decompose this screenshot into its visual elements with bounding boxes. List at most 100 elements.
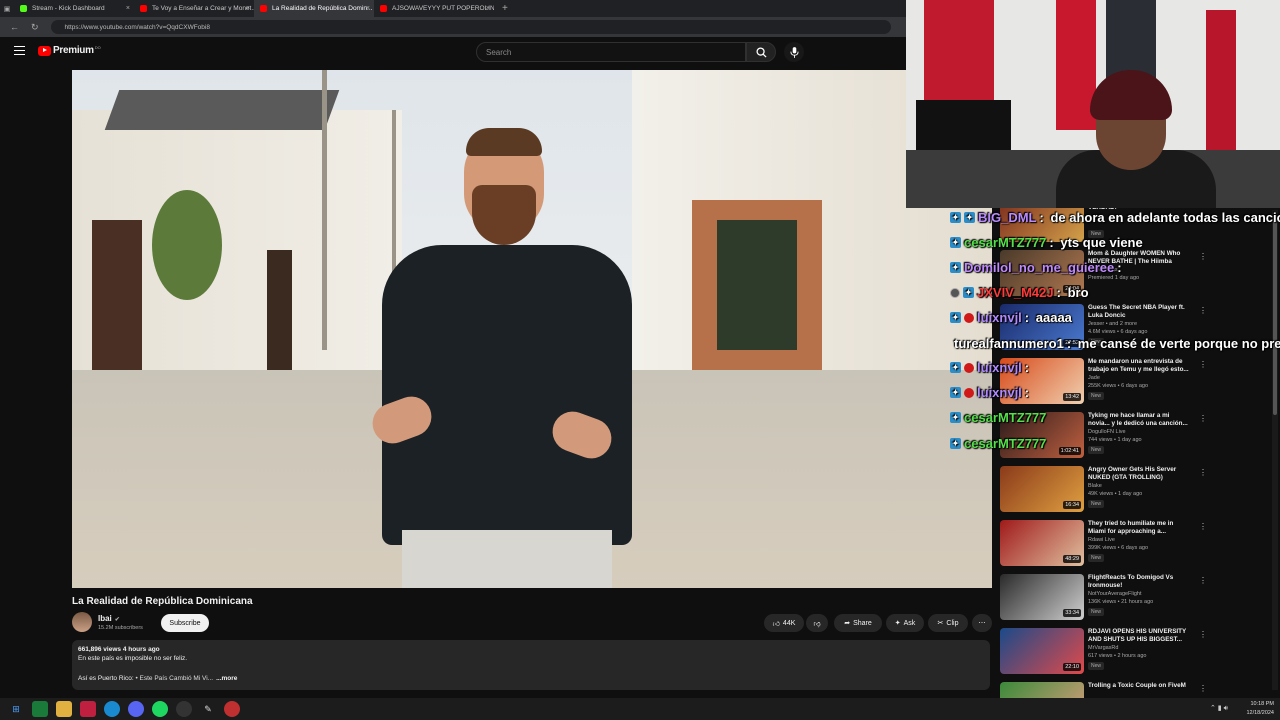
recommended-video-title[interactable]: FlightReacts To Domigod Vs Ironmouse!: [1088, 574, 1192, 590]
recommended-video[interactable]: 13:42 Me mandaron una entrevista de traba…: [1000, 358, 1270, 404]
sidebar-scrollbar-thumb[interactable]: [1273, 215, 1277, 415]
video-thumbnail[interactable]: [1000, 208, 1084, 242]
recommended-video[interactable]: 48:29 They tried to humiliate me in Miami…: [1000, 520, 1270, 566]
more-vertical-icon[interactable]: ⋮: [1199, 630, 1207, 639]
reload-icon[interactable]: ↻: [31, 22, 39, 33]
recommended-video-title[interactable]: Trolling a Toxic Couple on FiveM: [1088, 682, 1192, 690]
system-tray-icons[interactable]: ⌃ ▮ 🔊︎: [1210, 704, 1228, 713]
recommended-video[interactable]: 22:10 RDJAVI OPENS HIS UNIVERSITY AND SHU…: [1000, 628, 1270, 674]
close-tab-icon[interactable]: ×: [486, 5, 490, 12]
more-vertical-icon[interactable]: ⋮: [1199, 306, 1207, 315]
close-tab-icon[interactable]: ×: [126, 5, 130, 12]
ask-label: Ask: [903, 619, 916, 627]
video-thumbnail[interactable]: 22:10: [1000, 628, 1084, 674]
clock[interactable]: 10:18 PM 12/18/2024: [1246, 700, 1274, 718]
window-icon[interactable]: ▣: [0, 0, 14, 17]
recommended-channel-name[interactable]: Jade: [1088, 375, 1100, 381]
recommended-channel-name[interactable]: NotYourAverageFlight: [1088, 591, 1142, 597]
clip-button[interactable]: ✂ Clip: [928, 614, 968, 632]
recommended-video-title[interactable]: They tried to humiliate me in Miami for …: [1088, 520, 1192, 536]
voice-search-button[interactable]: [784, 42, 804, 62]
recommended-channel-name[interactable]: Blake: [1088, 483, 1102, 489]
dislike-button[interactable]: 👎︎: [806, 614, 828, 632]
capcut-icon[interactable]: ✎: [200, 701, 216, 717]
more-vertical-icon[interactable]: ⋮: [1199, 468, 1207, 477]
recommended-video[interactable]: 16:34 Angry Owner Gets His Server NUKED (…: [1000, 466, 1270, 512]
browser-tab[interactable]: La Realidad de República Domin... ×: [254, 0, 374, 17]
video-thumbnail[interactable]: 1:02:41: [1000, 412, 1084, 458]
recommended-video-title[interactable]: Mom sells... ¡CUENTA TODA LA VERDAD!: [1088, 208, 1192, 212]
description-box[interactable]: 661,896 views 4 hours ago En este país e…: [72, 640, 990, 690]
video-thumbnail[interactable]: 33:34: [1000, 574, 1084, 620]
video-frame-door: [267, 250, 292, 370]
recommended-video-title[interactable]: Angry Owner Gets His Server NUKED (GTA T…: [1088, 466, 1192, 482]
subscribe-button[interactable]: Subscribe: [161, 614, 209, 632]
recommended-channel-name[interactable]: Brave Vlogs: [1088, 267, 1118, 273]
video-thumbnail[interactable]: 48:29: [1000, 520, 1084, 566]
video-player[interactable]: [72, 70, 992, 588]
recommended-video[interactable]: Mom sells... ¡CUENTA TODA LA VERDAD!New⋮: [1000, 208, 1270, 242]
recommended-video[interactable]: 1:02:41 Tyking me hace llamar a mi novia.…: [1000, 412, 1270, 458]
browser-tab[interactable]: Te Voy a Enseñar a Crear y Monet... ×: [134, 0, 254, 17]
chrome-icon[interactable]: [224, 701, 240, 717]
youtube-logo[interactable]: Premium DO: [38, 45, 101, 56]
terminal-icon[interactable]: [32, 701, 48, 717]
more-actions-button[interactable]: ⋯: [972, 614, 992, 632]
recommended-video[interactable]: 22:52 Guess The Secret NBA Player ft. Luk…: [1000, 304, 1270, 350]
recommended-video[interactable]: 24:04 Mom & Daughter WOMEN Who NEVER BATH…: [1000, 250, 1270, 296]
recommended-channel-name[interactable]: MrVargasRd: [1088, 645, 1118, 651]
share-button[interactable]: ➦ Share: [834, 614, 882, 632]
webcam-curtain: [1206, 10, 1236, 150]
browser-tab[interactable]: Stream - Kick Dashboard ×: [14, 0, 134, 17]
video-thumbnail[interactable]: 16:34: [1000, 466, 1084, 512]
youtube-header: Premium DO Search: [0, 37, 906, 67]
hamburger-menu-icon[interactable]: [14, 46, 25, 55]
video-duration: 33:34: [1063, 609, 1081, 617]
video-frame-person-shorts: [402, 530, 612, 588]
ask-button[interactable]: ✦ Ask: [886, 614, 924, 632]
browser-tab[interactable]: AJSOWAVEYYY PUT POPEROLIN... ×: [374, 0, 494, 17]
recommended-channel-name[interactable]: Jesser • and 2 more: [1088, 321, 1137, 327]
recommended-video[interactable]: Trolling a Toxic Couple on FiveMMoreCrow…: [1000, 682, 1270, 698]
close-tab-icon[interactable]: ×: [366, 5, 370, 12]
back-icon[interactable]: ←: [10, 22, 19, 32]
discord-icon[interactable]: [128, 701, 144, 717]
more-vertical-icon[interactable]: ⋮: [1199, 252, 1207, 261]
description-video-link[interactable]: • Este País Cambió Mi Vi...: [135, 675, 213, 682]
recommended-channel-name[interactable]: Rdawi Live: [1088, 537, 1115, 543]
webcam-curtain: [924, 0, 994, 100]
app-icon[interactable]: [80, 701, 96, 717]
windows-start-icon[interactable]: ⊞: [8, 701, 24, 717]
search-button[interactable]: [746, 42, 776, 62]
more-vertical-icon[interactable]: ⋮: [1199, 522, 1207, 531]
file-explorer-icon[interactable]: [56, 701, 72, 717]
more-vertical-icon[interactable]: ⋮: [1199, 684, 1207, 693]
recommended-video-title[interactable]: Mom & Daughter WOMEN Who NEVER BATHE | T…: [1088, 250, 1192, 266]
new-badge: New: [1088, 554, 1105, 562]
recommended-video[interactable]: 33:34 FlightReacts To Domigod Vs Ironmous…: [1000, 574, 1270, 620]
search-input[interactable]: Search: [476, 42, 746, 62]
obs-icon[interactable]: [176, 701, 192, 717]
like-button[interactable]: 👍︎ 44K: [764, 614, 804, 632]
more-vertical-icon[interactable]: ⋮: [1199, 360, 1207, 369]
recommended-video-title[interactable]: Tyking me hace llamar a mi novia... y le…: [1088, 412, 1192, 428]
more-vertical-icon[interactable]: ⋮: [1199, 576, 1207, 585]
recommended-video-title[interactable]: RDJAVI OPENS HIS UNIVERSITY AND SHUTS UP…: [1088, 628, 1192, 644]
close-tab-icon[interactable]: ×: [246, 5, 250, 12]
video-duration: 1:02:41: [1058, 447, 1081, 455]
edge-browser-icon[interactable]: [104, 701, 120, 717]
video-thumbnail[interactable]: 13:42: [1000, 358, 1084, 404]
recommended-video-title[interactable]: Guess The Secret NBA Player ft. Luka Don…: [1088, 304, 1192, 320]
more-vertical-icon[interactable]: ⋮: [1199, 414, 1207, 423]
video-thumbnail[interactable]: 24:04: [1000, 250, 1084, 296]
channel-avatar[interactable]: [72, 612, 92, 632]
show-more-link[interactable]: ...more: [216, 675, 237, 682]
video-thumbnail[interactable]: 22:52: [1000, 304, 1084, 350]
new-tab-button[interactable]: +: [502, 3, 508, 14]
video-thumbnail[interactable]: [1000, 682, 1084, 698]
recommended-video-title[interactable]: Me mandaron una entrevista de trabajo en…: [1088, 358, 1192, 374]
recommended-channel-name[interactable]: DogulloFN Live: [1088, 429, 1126, 435]
spotify-icon[interactable]: [152, 701, 168, 717]
url-field[interactable]: https://www.youtube.com/watch?v=QqdCXWFo…: [50, 20, 891, 34]
channel-name-row[interactable]: Ibai ✔: [98, 614, 120, 623]
